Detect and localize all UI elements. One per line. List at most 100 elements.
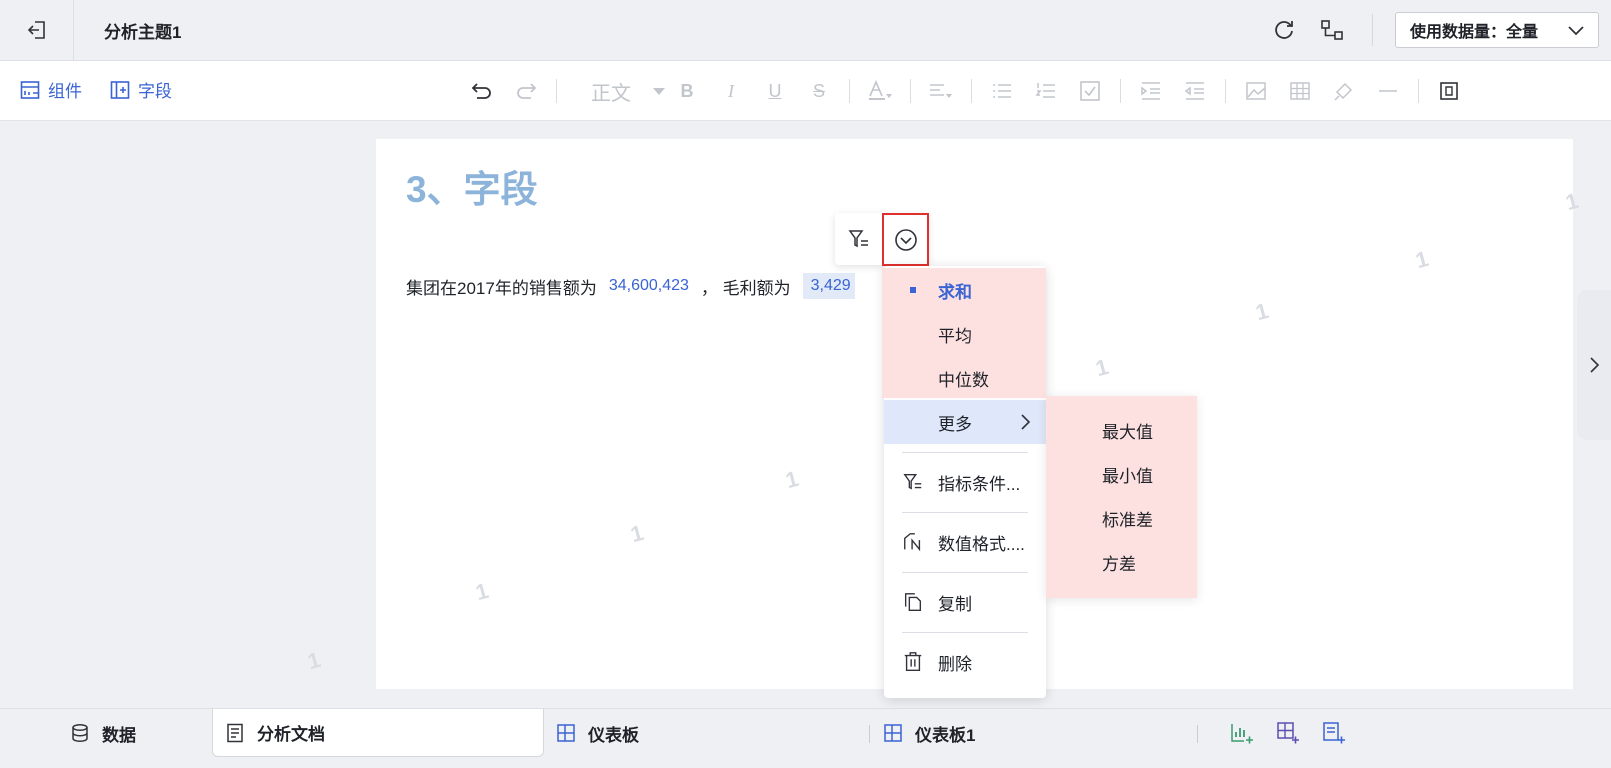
copy-icon: [904, 593, 922, 611]
tab-divider: [1197, 725, 1198, 743]
chevron-right-icon: [1021, 414, 1031, 430]
exit-icon: [27, 21, 45, 39]
watermark: 1: [782, 465, 802, 494]
section-heading[interactable]: 3、字段: [406, 159, 538, 213]
field-menu-toggle[interactable]: [882, 213, 929, 266]
format-painter-button[interactable]: [1329, 76, 1359, 106]
paragraph-style-select[interactable]: 正文: [565, 76, 665, 106]
undo-icon: [471, 83, 491, 99]
sentence-prefix: 集团在2017年的销售额为: [406, 278, 597, 298]
tab-dashboard[interactable]: 仪表板: [556, 709, 836, 757]
data-volume-select[interactable]: 使用数据量：全量: [1395, 12, 1599, 48]
sales-field-value[interactable]: 34,600,423: [609, 277, 689, 295]
italic-button[interactable]: I: [716, 76, 746, 106]
outdent-button[interactable]: [1180, 76, 1210, 106]
page-settings-button[interactable]: [1434, 76, 1464, 106]
fields-button[interactable]: 字段: [110, 77, 172, 102]
watermark: 1: [1562, 187, 1582, 216]
dashboard-icon: [557, 724, 575, 742]
submenu-item-min[interactable]: 最小值: [1046, 452, 1197, 496]
indent-button[interactable]: [1136, 76, 1166, 106]
numbered-list-button[interactable]: [1031, 76, 1061, 106]
checkbox-icon: [1080, 81, 1100, 101]
menu-item-label: 复制: [938, 594, 972, 614]
menu-item-number-format[interactable]: 数值格式....: [884, 520, 1046, 564]
bullet-list-icon: [993, 84, 1011, 98]
menu-item-metric-condition[interactable]: 指标条件...: [884, 460, 1046, 504]
bold-icon: B: [680, 80, 694, 101]
tab-data[interactable]: 数据: [70, 709, 210, 757]
insert-table-button[interactable]: [1285, 76, 1315, 106]
document-paragraph[interactable]: 集团在2017年的销售额为 34,600,423 ， 毛利额为 3,429: [406, 273, 855, 299]
document-icon: [227, 723, 243, 742]
toolbar-divider: [1120, 79, 1121, 103]
component-icon: [20, 80, 40, 99]
toolbar-divider: [910, 79, 911, 103]
horizontal-rule-button[interactable]: [1373, 76, 1403, 106]
database-icon: [72, 723, 88, 743]
components-button[interactable]: 组件: [20, 77, 82, 102]
tab-analysis-document[interactable]: 分析文档: [212, 709, 544, 757]
number-format-icon: [904, 533, 921, 552]
menu-divider: [902, 512, 1028, 513]
insert-image-button[interactable]: [1241, 76, 1271, 106]
field-floating-toolbar: [835, 213, 929, 266]
menu-divider: [902, 632, 1028, 633]
menu-item-label: 指标条件...: [938, 474, 1021, 494]
tab-dashboard-1[interactable]: 仪表板1: [883, 709, 1173, 757]
lineage-button[interactable]: [1320, 18, 1344, 42]
menu-item-sum[interactable]: 求和: [884, 268, 1046, 312]
submenu-item-max[interactable]: 最大值: [1046, 408, 1197, 452]
filter-condition-icon: [903, 473, 922, 490]
menu-item-median[interactable]: 中位数: [884, 356, 1046, 400]
strikethrough-button[interactable]: S: [804, 76, 834, 106]
more-aggregation-submenu: 最大值 最小值 标准差 方差: [1046, 396, 1197, 598]
align-button[interactable]: [926, 76, 956, 106]
undo-button[interactable]: [467, 76, 497, 106]
menu-item-label: 数值格式....: [938, 534, 1025, 554]
tab-label: 分析文档: [257, 725, 325, 744]
data-volume-label: 使用数据量：全量: [1410, 24, 1539, 41]
horizontal-line-icon: [1379, 90, 1397, 92]
menu-item-delete[interactable]: 删除: [884, 640, 1046, 684]
flow-diagram-icon: [1321, 20, 1343, 40]
page-title: 分析主题1: [104, 22, 182, 42]
watermark: 1: [1252, 297, 1272, 326]
watermark: 1: [627, 519, 647, 548]
submenu-item-variance[interactable]: 方差: [1046, 540, 1197, 584]
chevron-down-icon: [1568, 26, 1584, 36]
menu-item-copy[interactable]: 复制: [884, 580, 1046, 624]
redo-icon: [517, 83, 537, 99]
add-component-button[interactable]: [1230, 721, 1254, 745]
menu-item-label: 更多: [938, 414, 972, 434]
back-button[interactable]: [0, 0, 74, 61]
field-filter-button[interactable]: [847, 227, 871, 251]
tab-label: 数据: [102, 725, 136, 745]
bold-button[interactable]: B: [672, 76, 702, 106]
page-frame-icon: [1440, 82, 1458, 100]
submenu-item-stddev[interactable]: 标准差: [1046, 496, 1197, 540]
bullet-list-button[interactable]: [987, 76, 1017, 106]
redo-button[interactable]: [511, 76, 541, 106]
bottom-tab-bar: 数据 分析文档 仪表板 仪表板1: [0, 708, 1611, 768]
menu-item-average[interactable]: 平均: [884, 312, 1046, 356]
watermark: 1: [304, 646, 324, 675]
checklist-button[interactable]: [1075, 76, 1105, 106]
menu-item-more[interactable]: 更多: [884, 400, 1046, 444]
refresh-button[interactable]: [1272, 18, 1296, 42]
toolbar-divider: [971, 79, 972, 103]
add-document-button[interactable]: [1322, 721, 1346, 745]
font-color-icon: [869, 80, 892, 100]
fields-label: 字段: [138, 82, 172, 101]
toolbar-divider: [556, 79, 557, 103]
add-dashboard-button[interactable]: [1276, 721, 1300, 745]
gross-profit-field-value[interactable]: 3,429: [802, 273, 855, 299]
field-context-menu: 求和 平均 中位数 更多 指标条件... 数值格式.... 复制 删除: [882, 266, 1046, 698]
menu-divider: [902, 572, 1028, 573]
chevron-circle-down-icon: [894, 228, 917, 251]
right-panel-toggle[interactable]: [1577, 290, 1611, 440]
add-dashboard-icon: [1277, 722, 1299, 744]
underline-button[interactable]: U: [760, 76, 790, 106]
top-header: 分析主题1 使用数据量：全量: [0, 0, 1611, 61]
font-color-button[interactable]: [865, 76, 895, 106]
